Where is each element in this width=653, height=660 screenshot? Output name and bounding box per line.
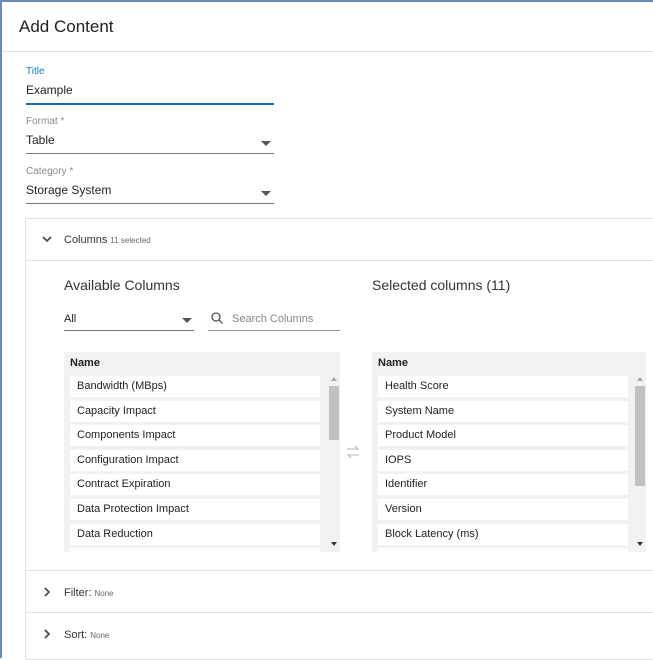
- available-scroll-thumb[interactable]: [329, 386, 339, 440]
- title-field[interactable]: Title Example: [26, 66, 274, 105]
- available-columns-title: Available Columns: [64, 277, 180, 293]
- category-select[interactable]: Category * Storage System: [26, 166, 274, 204]
- format-label: Format *: [26, 116, 65, 127]
- columns-header-divider: [26, 260, 653, 261]
- filter-label: Filter:: [64, 587, 92, 599]
- search-icon: [211, 312, 223, 324]
- title-label: Title: [26, 66, 45, 77]
- available-list-item[interactable]: Data Protection Impact: [70, 498, 320, 520]
- filter-divider: [26, 570, 653, 571]
- selected-list-item[interactable]: Identifier: [378, 474, 628, 496]
- chevron-down-icon[interactable]: [39, 234, 55, 246]
- format-underline: [26, 153, 274, 154]
- scroll-down-icon[interactable]: [331, 542, 337, 546]
- add-content-dialog: Add Content Title Example Format * Table…: [0, 0, 653, 660]
- columns-accordion-header[interactable]: Columns 11 selected: [26, 231, 653, 249]
- available-list-item[interactable]: Contract Expiration: [70, 474, 320, 496]
- selected-columns-title: Selected columns (11): [372, 277, 511, 293]
- selected-scrollbar[interactable]: [634, 374, 646, 552]
- available-filter-select[interactable]: All: [64, 309, 194, 331]
- selected-scroll-thumb[interactable]: [635, 386, 645, 486]
- available-filter-value: All: [64, 313, 77, 325]
- available-list-item[interactable]: Bandwidth (MBps): [70, 376, 320, 397]
- scroll-up-icon[interactable]: [331, 377, 337, 381]
- filter-accordion-header[interactable]: Filter: None: [26, 584, 653, 602]
- columns-count: 11 selected: [110, 235, 151, 245]
- sort-divider: [26, 612, 653, 613]
- selected-list-item[interactable]: IOPS: [378, 449, 628, 471]
- chevron-right-icon[interactable]: [39, 628, 55, 642]
- category-underline: [26, 203, 274, 204]
- available-list-item[interactable]: Components Impact: [70, 425, 320, 447]
- dialog-header: Add Content: [2, 2, 653, 52]
- search-underline: [208, 330, 340, 331]
- swap-arrows-icon[interactable]: [344, 443, 362, 461]
- selected-list-item[interactable]: Health Score: [378, 376, 628, 397]
- sort-accordion-header[interactable]: Sort: None: [26, 626, 653, 644]
- available-list-item[interactable]: Data Reduction: [70, 523, 320, 545]
- title-input[interactable]: Example: [26, 83, 274, 97]
- selected-list-item[interactable]: Product Model: [378, 425, 628, 447]
- available-list-item[interactable]: Configuration Impact: [70, 449, 320, 471]
- selected-list-item[interactable]: [378, 548, 628, 552]
- selected-columns-list[interactable]: Name Health Score System Name Product Mo…: [372, 352, 646, 552]
- available-list-item[interactable]: Capacity Impact: [70, 400, 320, 422]
- selected-list-item[interactable]: System Name: [378, 400, 628, 422]
- format-dropdown-icon[interactable]: [261, 141, 271, 146]
- available-scrollbar[interactable]: [328, 374, 340, 552]
- selected-items: Health Score System Name Product Model I…: [378, 376, 628, 552]
- available-list-item[interactable]: [70, 548, 320, 552]
- content-options-panel: Columns 11 selected Available Columns Al…: [25, 218, 653, 660]
- scroll-down-icon[interactable]: [637, 542, 643, 546]
- dialog-title: Add Content: [19, 16, 114, 36]
- filter-value: None: [94, 588, 114, 598]
- search-columns-input[interactable]: Search Columns: [208, 309, 340, 331]
- category-dropdown-icon[interactable]: [261, 191, 271, 196]
- available-items: Bandwidth (MBps) Capacity Impact Compone…: [70, 376, 320, 552]
- title-underline: [26, 103, 274, 105]
- category-label: Category *: [26, 166, 74, 177]
- search-placeholder: Search Columns: [232, 313, 314, 325]
- selected-list-item[interactable]: Version: [378, 498, 628, 520]
- selected-list-item[interactable]: Block Latency (ms): [378, 523, 628, 545]
- sort-label: Sort:: [64, 629, 88, 641]
- filter-underline: [64, 330, 194, 331]
- filter-dropdown-icon[interactable]: [182, 318, 192, 323]
- format-value: Table: [26, 133, 55, 147]
- sort-value: None: [90, 630, 110, 640]
- columns-label: Columns: [64, 234, 108, 246]
- category-value: Storage System: [26, 183, 112, 197]
- scroll-up-icon[interactable]: [637, 377, 643, 381]
- available-columns-list[interactable]: Name Bandwidth (MBps) Capacity Impact Co…: [64, 352, 340, 552]
- chevron-right-icon[interactable]: [39, 586, 55, 600]
- selected-list-header: Name: [378, 357, 408, 369]
- format-select[interactable]: Format * Table: [26, 116, 274, 154]
- available-list-header: Name: [70, 357, 100, 369]
